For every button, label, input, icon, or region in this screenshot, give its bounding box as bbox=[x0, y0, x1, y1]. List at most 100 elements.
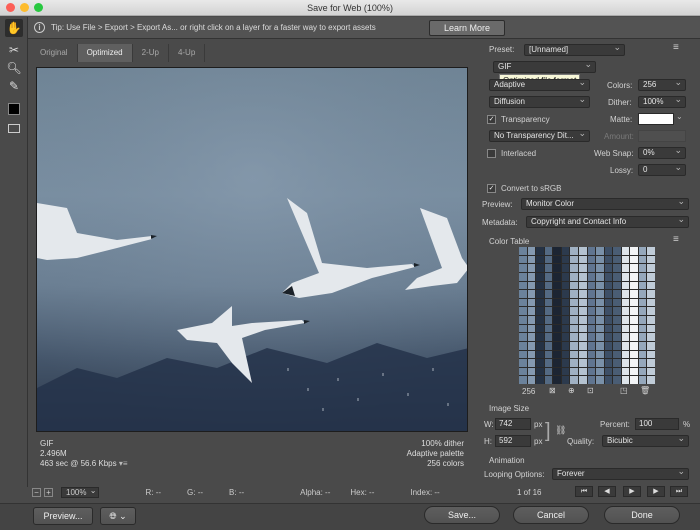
color-swatch[interactable] bbox=[596, 298, 604, 307]
color-swatch[interactable] bbox=[553, 272, 561, 281]
color-swatch[interactable] bbox=[561, 272, 570, 281]
color-swatch[interactable] bbox=[621, 359, 630, 367]
trash-icon[interactable]: 🗑︎ bbox=[640, 386, 650, 395]
color-swatch[interactable] bbox=[630, 307, 638, 315]
color-swatch[interactable] bbox=[536, 359, 544, 367]
color-swatch[interactable] bbox=[638, 316, 647, 324]
dither-algorithm-select[interactable]: Diffusion bbox=[489, 96, 590, 108]
color-swatch[interactable] bbox=[621, 264, 630, 272]
color-swatch[interactable] bbox=[561, 281, 570, 290]
color-swatch[interactable] bbox=[536, 367, 544, 376]
tab-original[interactable]: Original bbox=[31, 44, 78, 62]
color-swatch[interactable] bbox=[630, 247, 638, 255]
color-swatch[interactable] bbox=[647, 350, 655, 359]
color-swatch[interactable] bbox=[596, 264, 604, 272]
color-swatch[interactable] bbox=[519, 247, 527, 255]
color-swatch[interactable] bbox=[604, 367, 613, 376]
color-swatch[interactable] bbox=[613, 298, 621, 307]
color-swatch[interactable] bbox=[604, 333, 613, 341]
color-swatch[interactable] bbox=[647, 333, 655, 341]
color-swatch[interactable] bbox=[536, 255, 544, 264]
color-swatch[interactable] bbox=[544, 247, 553, 255]
color-swatch[interactable] bbox=[596, 324, 604, 333]
color-swatch[interactable] bbox=[587, 247, 596, 255]
color-swatch[interactable] bbox=[630, 272, 638, 281]
color-swatch[interactable] bbox=[519, 367, 527, 376]
color-swatch[interactable] bbox=[638, 307, 647, 315]
color-swatch[interactable] bbox=[638, 255, 647, 264]
color-swatch[interactable] bbox=[613, 264, 621, 272]
color-swatch[interactable] bbox=[587, 367, 596, 376]
width-field[interactable]: 742 bbox=[495, 418, 531, 430]
color-swatch[interactable] bbox=[536, 290, 544, 298]
color-swatch[interactable] bbox=[578, 255, 587, 264]
color-swatch[interactable] bbox=[630, 281, 638, 290]
color-swatch[interactable] bbox=[536, 324, 544, 333]
color-swatch[interactable] bbox=[596, 341, 604, 350]
lossy-field[interactable]: 0 bbox=[638, 164, 686, 176]
chevron-down-icon[interactable]: ⌄ bbox=[676, 112, 683, 121]
color-swatch[interactable] bbox=[544, 272, 553, 281]
eyedropper-color-swatch[interactable] bbox=[5, 99, 23, 117]
color-swatch[interactable] bbox=[561, 376, 570, 384]
color-swatch[interactable] bbox=[604, 359, 613, 367]
color-swatch[interactable] bbox=[638, 341, 647, 350]
color-swatch[interactable] bbox=[596, 272, 604, 281]
browser-preview-button[interactable]: 🌐︎ ⌄ bbox=[100, 507, 136, 525]
color-swatch[interactable] bbox=[527, 272, 536, 281]
close-window-button[interactable] bbox=[6, 3, 15, 12]
color-swatch[interactable] bbox=[596, 376, 604, 384]
color-swatch[interactable] bbox=[630, 290, 638, 298]
color-swatch[interactable] bbox=[638, 350, 647, 359]
color-swatch[interactable] bbox=[570, 376, 578, 384]
color-swatch[interactable] bbox=[621, 307, 630, 315]
preset-select[interactable]: [Unnamed] bbox=[524, 44, 625, 56]
color-swatch[interactable] bbox=[544, 367, 553, 376]
dither-amount-field[interactable]: 100% bbox=[638, 96, 686, 108]
play-button[interactable]: ▶ bbox=[623, 486, 641, 497]
color-swatch[interactable] bbox=[647, 298, 655, 307]
height-field[interactable]: 592 bbox=[495, 435, 531, 447]
color-swatch[interactable] bbox=[604, 298, 613, 307]
colors-select[interactable]: 256 bbox=[638, 79, 686, 91]
color-swatch[interactable] bbox=[527, 255, 536, 264]
color-swatch[interactable] bbox=[638, 359, 647, 367]
color-swatch[interactable] bbox=[527, 350, 536, 359]
color-swatch[interactable] bbox=[630, 298, 638, 307]
color-swatch[interactable] bbox=[638, 272, 647, 281]
color-swatch[interactable] bbox=[527, 341, 536, 350]
color-swatch[interactable] bbox=[570, 324, 578, 333]
color-swatch[interactable] bbox=[561, 367, 570, 376]
lock-color-icon[interactable]: ⊡ bbox=[587, 386, 594, 395]
color-swatch[interactable] bbox=[578, 359, 587, 367]
color-swatch[interactable] bbox=[536, 376, 544, 384]
color-swatch[interactable] bbox=[544, 333, 553, 341]
color-swatch[interactable] bbox=[596, 307, 604, 315]
transparency-dither-select[interactable]: No Transparency Dit... bbox=[489, 130, 590, 142]
color-swatch[interactable] bbox=[527, 298, 536, 307]
preset-menu-icon[interactable]: ≡ bbox=[673, 42, 679, 53]
cancel-button[interactable]: Cancel bbox=[513, 506, 589, 524]
color-swatch[interactable] bbox=[570, 307, 578, 315]
color-swatch[interactable] bbox=[536, 298, 544, 307]
color-swatch[interactable] bbox=[613, 341, 621, 350]
maximize-window-button[interactable] bbox=[34, 3, 43, 12]
color-table[interactable] bbox=[519, 247, 655, 384]
color-swatch[interactable] bbox=[561, 298, 570, 307]
color-swatch[interactable] bbox=[519, 290, 527, 298]
color-swatch[interactable] bbox=[570, 247, 578, 255]
last-frame-button[interactable]: ⏭ bbox=[670, 486, 688, 497]
learn-more-button[interactable]: Learn More bbox=[429, 20, 505, 36]
color-swatch[interactable] bbox=[519, 272, 527, 281]
color-swatch[interactable] bbox=[561, 264, 570, 272]
transparency-checkbox[interactable]: ✓ bbox=[487, 115, 496, 124]
web-shift-icon[interactable]: ⊕ bbox=[568, 386, 575, 395]
color-swatch[interactable] bbox=[570, 359, 578, 367]
color-swatch[interactable] bbox=[553, 298, 561, 307]
color-swatch[interactable] bbox=[587, 255, 596, 264]
color-swatch[interactable] bbox=[570, 281, 578, 290]
color-swatch[interactable] bbox=[570, 333, 578, 341]
matte-color-swatch[interactable] bbox=[638, 113, 674, 125]
color-swatch[interactable] bbox=[613, 307, 621, 315]
color-swatch[interactable] bbox=[613, 255, 621, 264]
